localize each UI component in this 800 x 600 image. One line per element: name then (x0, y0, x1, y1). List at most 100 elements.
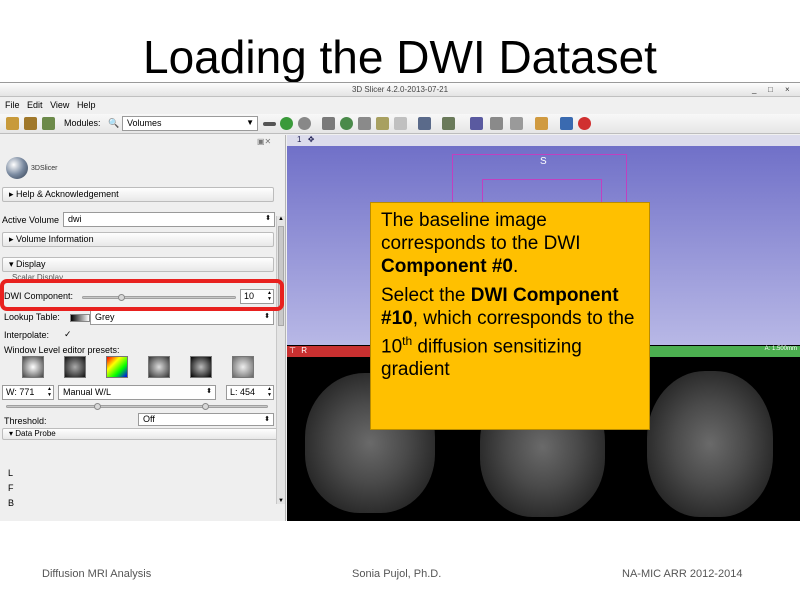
load-dicom-icon[interactable] (24, 117, 37, 130)
layout-icon[interactable] (322, 117, 335, 130)
callout-text: The baseline image corresponds to the DW… (381, 210, 581, 254)
active-volume-value: dwi (68, 214, 82, 224)
scroll-thumb[interactable] (278, 226, 284, 326)
grey-colormap-icon (70, 314, 90, 322)
level-spinbox[interactable]: L: 454 ▲ ▼ (226, 385, 274, 400)
interpolate-checkbox[interactable]: ✓ (64, 329, 72, 340)
chevron-updown-icon: ⬍ (264, 313, 270, 320)
active-volume-select[interactable]: dwi ⬍ (63, 212, 275, 227)
pin-icon[interactable]: ⊤ (289, 346, 296, 355)
scroll-down-icon[interactable]: ▼ (278, 498, 284, 504)
crosshair-icon[interactable] (442, 117, 455, 130)
callout-superscript: th (402, 334, 413, 348)
preset-ct-brain-icon[interactable] (190, 356, 212, 378)
main-toolbar: Modules: 🔍 Volumes ▼ (0, 114, 800, 134)
interpolate-label: Interpolate: (4, 330, 50, 340)
help-section-header[interactable]: ▸ Help & Acknowledgement (2, 187, 274, 202)
modules-label: Modules: (64, 118, 101, 128)
load-data-icon[interactable] (6, 117, 19, 130)
orientation-label: S (540, 156, 547, 167)
logo-text: 3DSlicer (31, 165, 58, 172)
back-icon[interactable] (280, 117, 293, 130)
maximize-button[interactable]: □ (768, 85, 773, 94)
pencil-icon[interactable] (394, 117, 407, 130)
window-title: 3D Slicer 4.2.0-2013-07-21 (351, 85, 449, 94)
menu-bar: File Edit View Help (0, 98, 800, 113)
footer-left: Diffusion MRI Analysis (42, 568, 152, 580)
preset-ct-air-icon[interactable] (64, 356, 86, 378)
footer-right: NA-MIC ARR 2012-2014 (622, 568, 743, 580)
exit-icon[interactable] (578, 117, 591, 130)
probe-l-label: L (8, 468, 14, 478)
zoom-icon[interactable] (490, 117, 503, 130)
models-icon[interactable] (340, 117, 353, 130)
spin-arrows-icon[interactable]: ▲ ▼ (267, 386, 272, 398)
threshold-select[interactable]: Off ⬍ (138, 413, 274, 426)
module-selector[interactable]: Volumes ▼ (122, 116, 258, 131)
slicer-logo-icon (6, 157, 28, 179)
chevron-updown-icon: ⬍ (264, 416, 270, 423)
section-label: Volume Information (16, 234, 94, 244)
expand-arrow-icon: ▸ (9, 189, 17, 199)
display-section-header[interactable]: ▾ Display (2, 257, 274, 272)
callout-paragraph-2: Select the DWI Component #10, which corr… (381, 284, 639, 381)
green-slice-header[interactable]: A: 1.500mm (629, 346, 800, 357)
panel-scrollbar[interactable]: ▲ ▼ (276, 216, 285, 504)
menu-help[interactable]: Help (77, 100, 96, 110)
level-value: L: 454 (230, 387, 256, 397)
green-view-value: A: 1.500mm (764, 346, 797, 352)
data-probe-section-header[interactable]: ▾ Data Probe (2, 428, 284, 440)
minimize-button[interactable]: _ (752, 85, 756, 94)
search-icon[interactable]: 🔍 (108, 118, 119, 129)
spin-arrows-icon[interactable]: ▲ ▼ (47, 386, 52, 398)
green-slice-view[interactable] (629, 357, 800, 521)
lookup-table-value: Grey (95, 312, 115, 322)
chevron-updown-icon: ⬍ (265, 215, 271, 222)
history-icon[interactable] (263, 122, 276, 126)
preset-pet-icon[interactable] (106, 356, 128, 378)
section-label: Display (16, 259, 46, 269)
threshold-value: Off (143, 414, 155, 424)
volume-info-section-header[interactable]: ▸ Volume Information (2, 232, 274, 247)
range-max-handle[interactable] (202, 403, 209, 410)
save-icon[interactable] (42, 117, 55, 130)
window-level-mode-select[interactable]: Manual W/L ⬍ (58, 385, 216, 400)
preset-ct-abdomen-icon[interactable] (148, 356, 170, 378)
close-button[interactable]: × (785, 85, 790, 94)
transform-icon[interactable] (358, 117, 371, 130)
callout-text: . (512, 256, 519, 277)
coronal-brain-image (647, 371, 773, 517)
pin-icon[interactable]: ✥ (308, 135, 315, 144)
window-mode-value: Manual W/L (63, 387, 112, 397)
range-min-handle[interactable] (94, 403, 101, 410)
preset-ct-lung-icon[interactable] (232, 356, 254, 378)
module-selected: Volumes (127, 118, 162, 128)
module-panel: ▣✕ 3DSlicer ▸ Help & Acknowledgement Act… (0, 135, 286, 521)
pan-icon[interactable] (510, 117, 523, 130)
collapse-arrow-icon: ▾ (9, 259, 17, 269)
fiducial-icon[interactable] (535, 117, 548, 130)
threshold-label: Threshold: (4, 416, 47, 426)
screenshot-icon[interactable] (470, 117, 483, 130)
menu-edit[interactable]: Edit (27, 100, 43, 110)
dock-controls-icon[interactable]: ▣✕ (257, 137, 271, 146)
view3d-label: 1 (297, 135, 302, 144)
callout-paragraph-1: The baseline image corresponds to the DW… (381, 209, 639, 278)
editor-icon[interactable] (376, 117, 389, 130)
layout-grid-icon[interactable] (418, 117, 431, 130)
scroll-up-icon[interactable]: ▲ (278, 216, 284, 222)
lookup-table-select[interactable]: Grey ⬍ (90, 310, 274, 325)
active-volume-label: Active Volume (2, 215, 60, 225)
menu-file[interactable]: File (5, 100, 20, 110)
python-icon[interactable] (560, 117, 573, 130)
preset-ct-bone-icon[interactable] (22, 356, 44, 378)
window-spinbox[interactable]: W: 771 ▲ ▼ (2, 385, 54, 400)
view3d-header: 1 ✥ (287, 135, 800, 146)
window-level-range-slider[interactable] (6, 405, 268, 408)
forward-icon[interactable] (298, 117, 311, 130)
callout-text: Select the (381, 285, 471, 306)
probe-b-label: B (8, 498, 15, 508)
menu-view[interactable]: View (50, 100, 69, 110)
expand-arrow-icon: ▸ (9, 234, 17, 244)
callout-bold: Component #0 (381, 256, 513, 277)
